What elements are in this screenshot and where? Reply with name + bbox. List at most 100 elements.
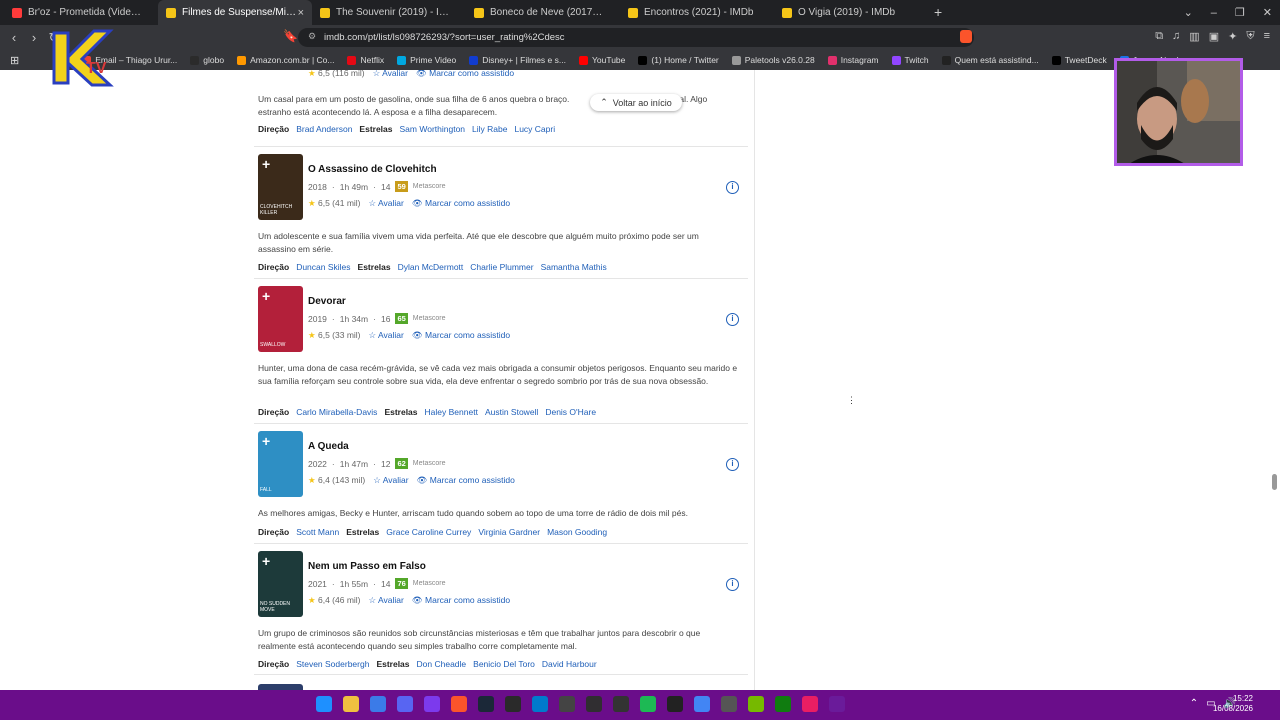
vscode-icon[interactable] (532, 696, 548, 712)
star-link[interactable]: Lily Rabe (472, 124, 507, 134)
bookmark-item[interactable]: Prime Video (397, 55, 456, 65)
rate-button[interactable]: ☆ Avaliar (369, 198, 404, 209)
rate-button[interactable]: ☆ Avaliar (373, 70, 408, 79)
browser-tab[interactable]: The Souvenir (2019) - IMDb (312, 0, 466, 25)
spotify-icon[interactable] (640, 696, 656, 712)
star-link[interactable]: Austin Stowell (485, 407, 538, 417)
bookmark-icon[interactable]: 🔖 (283, 29, 298, 43)
mark-watched-button[interactable]: 👁 Marcar como assistido (417, 475, 515, 486)
info-icon[interactable]: i (726, 181, 739, 194)
music-icon[interactable]: ♫ (1172, 30, 1180, 43)
rate-button[interactable]: ☆ Avaliar (369, 330, 404, 341)
address-bar[interactable]: ⚙ imdb.com/pt/list/ls098726293/?sort=use… (298, 28, 974, 47)
director-link[interactable]: Steven Soderbergh (296, 659, 369, 669)
chrome-icon[interactable] (694, 696, 710, 712)
info-icon[interactable]: i (726, 578, 739, 591)
star-link[interactable]: Lucy Capri (514, 124, 555, 134)
bookmark-item[interactable]: Instagram (827, 55, 879, 65)
chevron-up-icon[interactable]: ⌃ (1190, 698, 1198, 709)
nvidia-icon[interactable] (748, 696, 764, 712)
steam-icon[interactable] (478, 696, 494, 712)
obsidian-icon[interactable] (424, 696, 440, 712)
director-link[interactable]: Duncan Skiles (296, 262, 350, 272)
star-link[interactable]: Benicio Del Toro (473, 659, 535, 669)
star-link[interactable]: Virginia Gardner (478, 527, 540, 537)
add-to-watchlist-icon[interactable]: + (262, 553, 270, 569)
terminal-icon[interactable] (667, 696, 683, 712)
mark-watched-button[interactable]: 👁 Marcar como assistido (412, 330, 510, 341)
director-link[interactable]: Carlo Mirabella-Davis (296, 407, 377, 417)
star-link[interactable]: Dylan McDermott (398, 262, 464, 272)
calculator-icon[interactable] (613, 696, 629, 712)
forward-icon[interactable]: › (24, 30, 44, 45)
vpn-icon[interactable]: ⛨ (1246, 30, 1254, 43)
site-info-icon[interactable]: ⚙ (308, 31, 316, 42)
bookmark-item[interactable]: Paletools v26.0.28 (731, 55, 815, 65)
browser-tab[interactable]: Encontros (2021) - IMDb (620, 0, 774, 25)
browser-tab[interactable]: O Vigia (2019) - IMDb (774, 0, 928, 25)
star-link[interactable]: Don Cheadle (417, 659, 467, 669)
mark-watched-button[interactable]: 👁 Marcar como assistido (412, 198, 510, 209)
close-window-icon[interactable]: ✕ (1263, 6, 1272, 19)
movie-title[interactable]: O Assassino de Clovehitch (308, 164, 437, 175)
scrollbar-thumb[interactable] (1272, 474, 1277, 490)
bookmark-item[interactable]: Netflix (347, 55, 384, 65)
star-link[interactable]: Grace Caroline Currey (386, 527, 471, 537)
media-icon[interactable] (559, 696, 575, 712)
star-link[interactable]: Sam Worthington (400, 124, 466, 134)
bookmark-item[interactable]: TweetDeck (1051, 55, 1107, 65)
add-to-watchlist-icon[interactable]: + (262, 433, 270, 449)
star-link[interactable]: Samantha Mathis (541, 262, 607, 272)
music-icon[interactable] (802, 696, 818, 712)
obs-icon[interactable] (586, 696, 602, 712)
back-to-top-button[interactable]: ⌃ Voltar ao início (590, 94, 682, 111)
movie-poster[interactable]: + NO SUDDEN MOVE (258, 551, 303, 617)
rate-button[interactable]: ☆ Avaliar (369, 595, 404, 606)
movie-title[interactable]: A Queda (308, 441, 349, 452)
apps-icon[interactable]: ⊞ (10, 54, 19, 67)
browser-tab[interactable]: Boneco de Neve (2017) - IMDb (466, 0, 620, 25)
add-to-watchlist-icon[interactable]: + (262, 288, 270, 304)
bookmark-item[interactable]: YouTube (578, 55, 625, 65)
bookmark-item[interactable]: Amazon.com.br | Co... (237, 55, 334, 65)
browser-tab[interactable]: Br'oz - Prometida (Videoclipe Of... (4, 0, 158, 25)
extension-icon[interactable]: ⧉ (1155, 30, 1163, 43)
mark-watched-button[interactable]: 👁 Marcar como assistido (412, 595, 510, 606)
rate-button[interactable]: ☆ Avaliar (373, 475, 408, 486)
back-icon[interactable]: ‹ (4, 30, 24, 45)
brave-icon[interactable] (451, 696, 467, 712)
browser-tab[interactable]: Filmes de Suspense/Mistério× (158, 0, 312, 25)
xbox-icon[interactable] (775, 696, 791, 712)
bookmark-item[interactable]: Twitch (891, 55, 929, 65)
star-link[interactable]: Charlie Plummer (470, 262, 533, 272)
sidebar-icon[interactable]: ▥ (1189, 30, 1199, 43)
edge-icon[interactable] (370, 696, 386, 712)
mark-watched-button[interactable]: 👁 Marcar como assistido (416, 70, 514, 79)
bookmark-item[interactable]: Quem está assistind... (941, 55, 1039, 65)
brave-shield-icon[interactable] (960, 30, 972, 43)
movie-poster[interactable]: + FALL (258, 431, 303, 497)
bookmark-item[interactable]: Disney+ | Filmes e s... (469, 55, 566, 65)
star-link[interactable]: Mason Gooding (547, 527, 607, 537)
tab-search-icon[interactable]: ⌄ (1184, 6, 1193, 19)
info-icon[interactable]: i (726, 313, 739, 326)
windows-icon[interactable] (316, 696, 332, 712)
close-tab-icon[interactable]: × (298, 7, 304, 19)
minimize-icon[interactable]: – (1211, 7, 1217, 19)
r-app-icon[interactable] (829, 696, 845, 712)
director-link[interactable]: Brad Anderson (296, 124, 352, 134)
movie-poster[interactable]: + SWALLOW (258, 286, 303, 352)
star-link[interactable]: Haley Bennett (425, 407, 478, 417)
movie-title[interactable]: Devorar (308, 296, 346, 307)
discord-icon[interactable] (397, 696, 413, 712)
wallet-icon[interactable]: ▣ (1209, 30, 1219, 43)
file-explorer-icon[interactable] (343, 696, 359, 712)
epic-icon[interactable] (505, 696, 521, 712)
bookmark-item[interactable]: globo (190, 55, 224, 65)
settings-icon[interactable] (721, 696, 737, 712)
info-icon[interactable]: i (726, 458, 739, 471)
menu-icon[interactable]: ≡ (1264, 30, 1270, 43)
maximize-icon[interactable]: ❐ (1235, 6, 1245, 19)
bookmark-item[interactable]: (1) Home / Twitter (638, 55, 719, 65)
ai-icon[interactable]: ✦ (1228, 30, 1237, 43)
